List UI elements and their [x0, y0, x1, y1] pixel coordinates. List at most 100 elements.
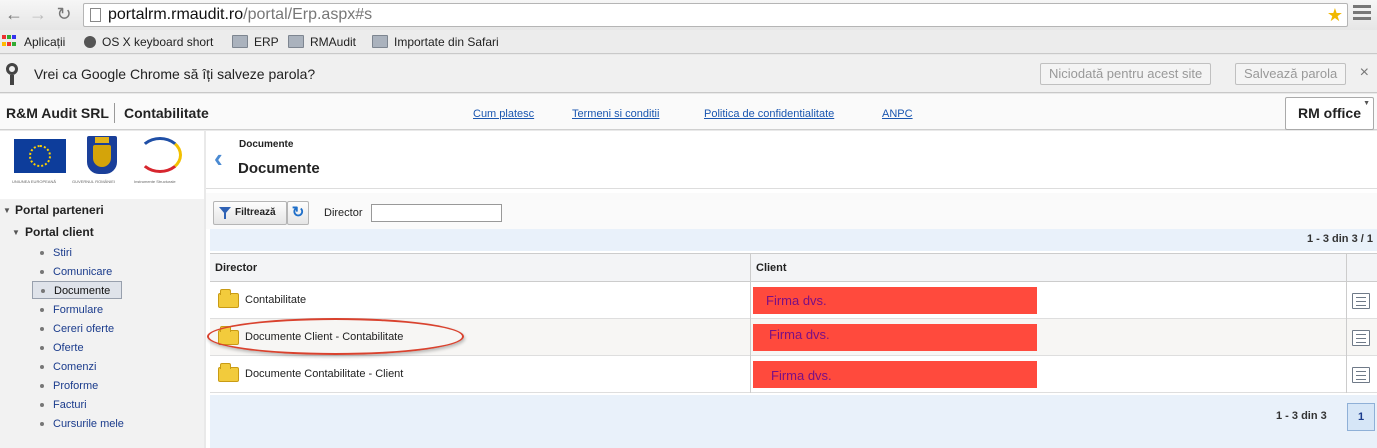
grid-toolbar: 1 - 3 din 3 / 1: [210, 229, 1377, 251]
save-password-button[interactable]: Salvează parola: [1235, 63, 1347, 85]
bookmark-erp[interactable]: ERP: [232, 34, 279, 50]
filter-button[interactable]: Filtrează: [213, 201, 287, 225]
bookmark-label: ERP: [254, 35, 279, 49]
eu-flag-logo: [14, 139, 66, 173]
director-cell[interactable]: Documente Contabilitate - Client: [245, 368, 403, 380]
app-switcher-label: RM office: [1298, 105, 1361, 121]
bookmark-keyboard-shortcuts[interactable]: OS X keyboard short: [84, 34, 213, 50]
refresh-icon[interactable]: ↻: [287, 201, 309, 225]
breadcrumb[interactable]: Documente: [239, 139, 293, 150]
sidebar-item-oferte[interactable]: Oferte: [32, 339, 84, 357]
sidebar-item-comenzi[interactable]: Comenzi: [32, 358, 96, 376]
row-details-icon[interactable]: [1352, 330, 1370, 346]
sidebar-item-comunicare[interactable]: Comunicare: [32, 263, 112, 281]
sidebar: UNIUNEA EUROPEANĂ GUVERNUL ROMÂNIEI Inst…: [0, 131, 204, 448]
reload-icon[interactable]: ↻: [54, 4, 74, 24]
column-divider: [1346, 356, 1347, 393]
chrome-menu-icon[interactable]: [1353, 5, 1371, 23]
row-details-icon[interactable]: [1352, 293, 1370, 309]
bookmark-apps[interactable]: Aplicații: [2, 34, 65, 50]
sidebar-item-stiri[interactable]: Stiri: [32, 244, 72, 262]
apps-grid-icon: [2, 35, 18, 48]
company-name: R&M Audit SRL: [6, 105, 109, 121]
never-save-button[interactable]: Niciodată pentru acest site: [1040, 63, 1212, 85]
bookmark-star-icon[interactable]: ★: [1327, 4, 1343, 26]
column-divider: [750, 319, 751, 356]
table-row[interactable]: Contabilitate Firma dvs.: [210, 282, 1377, 319]
sidebar-item-label: Comenzi: [53, 361, 97, 373]
link-cum-platesc[interactable]: Cum platesc: [473, 108, 534, 120]
link-anpc[interactable]: ANPC: [882, 108, 913, 120]
link-politica[interactable]: Politica de confidentialitate: [704, 108, 834, 120]
dropdown-icon: ▼: [1363, 100, 1370, 107]
back-arrow-icon[interactable]: ←: [4, 4, 24, 24]
bookmark-label: Importate din Safari: [394, 35, 499, 49]
app-header: R&M Audit SRL Contabilitate Cum platesc …: [0, 94, 1377, 130]
bullet-icon: [40, 308, 44, 312]
logo-caption: GUVERNUL ROMÂNIEI: [72, 179, 115, 184]
sidebar-item-cursurile-mele[interactable]: Cursurile mele: [32, 415, 124, 433]
chevron-left-icon[interactable]: ‹: [214, 145, 228, 171]
annotation-highlight-oval: [207, 318, 464, 355]
tree-node-label: Portal client: [25, 225, 94, 239]
sidebar-item-documente[interactable]: Documente: [32, 281, 122, 299]
column-divider: [750, 282, 751, 319]
link-termeni[interactable]: Termeni si conditii: [572, 108, 659, 120]
sidebar-item-cereri-oferte[interactable]: Cereri oferte: [32, 320, 114, 338]
column-header-director[interactable]: Director: [215, 262, 257, 274]
pager-summary-bottom: 1 - 3 din 3: [1276, 410, 1327, 422]
director-filter-label: Director: [324, 207, 363, 219]
director-cell[interactable]: Contabilitate: [245, 294, 306, 306]
bullet-icon: [40, 346, 44, 350]
column-divider: [750, 356, 751, 393]
bookmark-label: RMAudit: [310, 35, 357, 49]
close-icon[interactable]: ×: [1360, 64, 1369, 82]
sidebar-item-label: Facturi: [53, 399, 87, 411]
forward-arrow-icon[interactable]: →: [28, 4, 48, 24]
filter-button-label: Filtrează: [235, 207, 276, 218]
expand-triangle-icon[interactable]: ▼: [12, 224, 20, 242]
sidebar-item-formulare[interactable]: Formulare: [32, 301, 103, 319]
bullet-icon: [40, 422, 44, 426]
bookmark-rmaudit[interactable]: RMAudit: [288, 34, 356, 50]
funding-logos: UNIUNEA EUROPEANĂ GUVERNUL ROMÂNIEI Inst…: [0, 131, 204, 193]
bullet-icon: [40, 270, 44, 274]
sidebar-item-facturi[interactable]: Facturi: [32, 396, 87, 414]
bullet-icon: [41, 289, 45, 293]
bullet-icon: [40, 384, 44, 388]
table-row[interactable]: Documente Contabilitate - Client Firma d…: [210, 356, 1377, 393]
director-filter-input[interactable]: [371, 204, 502, 222]
nav-tree: ▼ Portal parteneri ▼ Portal client Stiri…: [0, 199, 204, 448]
sidebar-item-label: Comunicare: [53, 266, 113, 278]
bookmark-safari-imports[interactable]: Importate din Safari: [372, 34, 499, 50]
row-details-icon[interactable]: [1352, 367, 1370, 383]
filter-bar: Filtrează ↻ Director: [206, 193, 1377, 229]
expand-triangle-icon[interactable]: ▼: [3, 202, 11, 220]
bullet-icon: [40, 403, 44, 407]
tree-node-portal-client[interactable]: ▼ Portal client: [0, 223, 94, 241]
sidebar-item-proforme[interactable]: Proforme: [32, 377, 98, 395]
address-bar[interactable]: portalrm.rmaudit.ro/portal/Erp.aspx#s ★: [83, 3, 1348, 27]
funnel-stem: [224, 213, 226, 219]
bullet-icon: [40, 251, 44, 255]
sidebar-item-label: Cursurile mele: [53, 418, 124, 430]
apple-icon: [84, 36, 96, 48]
client-cell: Firma dvs.: [753, 324, 1037, 351]
key-icon: [6, 63, 18, 85]
sidebar-item-label: Proforme: [53, 380, 99, 392]
grid-footer: 1 - 3 din 3 1: [210, 395, 1377, 448]
sidebar-item-label: Oferte: [53, 342, 84, 354]
structural-instruments-logo: [138, 137, 182, 173]
grid-header: Director Client: [210, 253, 1377, 283]
column-divider: [750, 254, 751, 283]
page-icon: [90, 8, 101, 22]
save-password-infobar: Vrei ca Google Chrome să îți salveze par…: [0, 55, 1377, 93]
column-header-client[interactable]: Client: [756, 262, 787, 274]
page-button-current[interactable]: 1: [1347, 403, 1375, 431]
bookmark-label: OS X keyboard short: [102, 35, 214, 49]
page-title: Documente: [238, 160, 320, 177]
infobar-message: Vrei ca Google Chrome să îți salveze par…: [34, 66, 316, 82]
app-switcher-button[interactable]: RM office ▼: [1285, 97, 1374, 130]
column-divider: [1346, 254, 1347, 283]
tree-node-portal-parteneri[interactable]: ▼ Portal parteneri: [0, 201, 204, 219]
